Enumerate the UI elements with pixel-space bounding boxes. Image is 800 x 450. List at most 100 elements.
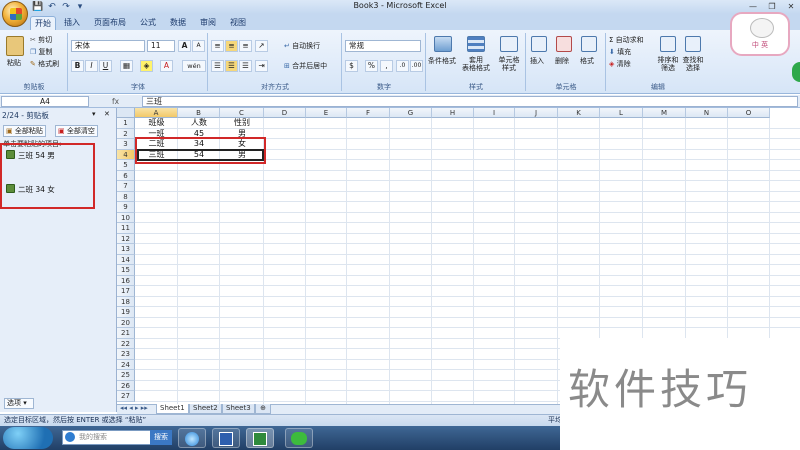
grow-font-button[interactable]: A [178, 40, 191, 52]
row-header[interactable]: 25 [117, 370, 135, 381]
cell[interactable]: 班级 [135, 118, 178, 128]
clear-all-button[interactable]: ▣ 全部清空 [55, 125, 98, 137]
row-header[interactable]: 15 [117, 265, 135, 276]
fill-button[interactable]: ⬇ 填充 [609, 47, 631, 57]
ie-taskbar-icon[interactable] [178, 428, 206, 448]
borders-icon[interactable]: ▦ [120, 60, 133, 72]
currency-button[interactable]: $ [345, 60, 358, 72]
font-color-icon[interactable]: A [160, 60, 173, 72]
row-header[interactable]: 1 [117, 118, 135, 129]
cut-button[interactable]: ✂ 剪切 [30, 35, 52, 45]
column-header[interactable]: I [474, 108, 515, 118]
column-header[interactable]: O [728, 108, 770, 118]
select-all-corner[interactable] [117, 108, 135, 118]
cell[interactable]: 人数 [178, 118, 220, 128]
options-button[interactable]: 选项 ▾ [4, 398, 34, 409]
row-header[interactable]: 14 [117, 254, 135, 265]
align-top-icon[interactable]: ≡ [211, 40, 224, 52]
indent-icon[interactable]: ⇥ [255, 60, 268, 72]
align-bottom-icon[interactable]: ≡ [239, 40, 252, 52]
row-header[interactable]: 4 [117, 149, 135, 160]
paste-icon[interactable] [6, 36, 24, 56]
row-header[interactable]: 27 [117, 391, 135, 402]
wechat-taskbar-icon[interactable] [285, 428, 313, 448]
row-header[interactable]: 3 [117, 139, 135, 150]
sheet-tab-2[interactable]: Sheet2 [189, 404, 222, 414]
row-header[interactable]: 26 [117, 380, 135, 391]
minimize-button[interactable]: — [744, 1, 762, 12]
tab-view[interactable]: 视图 [226, 16, 250, 30]
sheet-tab-1[interactable]: Sheet1 [156, 404, 189, 414]
excel-taskbar-icon[interactable] [246, 428, 274, 448]
font-family-select[interactable]: 宋体 [71, 40, 145, 52]
row-header[interactable]: 17 [117, 286, 135, 297]
row-header[interactable]: 10 [117, 212, 135, 223]
paste-all-button[interactable]: ▣ 全部粘贴 [3, 125, 46, 137]
column-header[interactable]: K [558, 108, 600, 118]
number-format-select[interactable]: 常规 [345, 40, 421, 52]
pane-menu-icon[interactable]: ▾ [92, 110, 96, 118]
tab-review[interactable]: 审阅 [196, 16, 220, 30]
italic-button[interactable]: I [85, 60, 98, 72]
column-header[interactable]: D [264, 108, 306, 118]
underline-button[interactable]: U [99, 60, 112, 72]
row-header[interactable]: 6 [117, 170, 135, 181]
row-header[interactable]: 22 [117, 338, 135, 349]
row-header[interactable]: 7 [117, 181, 135, 192]
row-header[interactable]: 19 [117, 307, 135, 318]
row-header[interactable]: 23 [117, 349, 135, 360]
column-header[interactable]: A [135, 108, 178, 118]
copy-button[interactable]: ❐ 复制 [30, 47, 53, 57]
tab-page-layout[interactable]: 页面布局 [90, 16, 130, 30]
pane-close-icon[interactable]: ✕ [104, 110, 110, 118]
format-as-table-icon[interactable] [467, 36, 485, 52]
formula-input[interactable]: 三班 [142, 96, 798, 107]
orientation-icon[interactable]: ↗ [255, 40, 268, 52]
close-button[interactable]: ✕ [782, 1, 800, 12]
insert-cells-icon[interactable] [531, 36, 547, 52]
row-header[interactable]: 18 [117, 296, 135, 307]
column-header[interactable]: G [390, 108, 432, 118]
sheet-tab-3[interactable]: Sheet3 [222, 404, 255, 414]
word-taskbar-icon[interactable] [212, 428, 240, 448]
merge-center-button[interactable]: ⊞ 合并后居中 [284, 61, 327, 71]
insert-sheet-icon[interactable]: ⊕ [255, 404, 271, 414]
align-middle-icon[interactable]: ≡ [225, 40, 238, 52]
format-painter-button[interactable]: ✎ 格式刷 [30, 59, 59, 69]
office-button[interactable] [2, 1, 28, 27]
increase-decimal-icon[interactable]: .0 [396, 60, 409, 72]
row-header[interactable]: 12 [117, 233, 135, 244]
row-header[interactable]: 5 [117, 160, 135, 171]
wrap-text-button[interactable]: ↵ 自动换行 [284, 41, 320, 51]
tab-home[interactable]: 开始 [30, 16, 56, 30]
row-header[interactable]: 8 [117, 191, 135, 202]
row-header[interactable]: 11 [117, 223, 135, 234]
column-header[interactable]: F [347, 108, 390, 118]
shrink-font-button[interactable]: A [192, 40, 205, 52]
row-header[interactable]: 24 [117, 359, 135, 370]
restore-button[interactable]: ❐ [763, 1, 781, 12]
cell[interactable]: 性别 [220, 118, 264, 128]
cell-styles-icon[interactable] [500, 36, 518, 52]
row-header[interactable]: 2 [117, 128, 135, 139]
percent-button[interactable]: % [365, 60, 378, 72]
clear-button[interactable]: ◈ 清除 [609, 59, 631, 69]
find-select-icon[interactable] [685, 36, 701, 52]
font-size-select[interactable]: 11 [147, 40, 175, 52]
conditional-format-icon[interactable] [434, 36, 452, 52]
column-header[interactable]: N [686, 108, 728, 118]
row-header[interactable]: 13 [117, 244, 135, 255]
insert-function-button[interactable]: fx [112, 96, 142, 107]
comma-button[interactable]: , [380, 60, 393, 72]
sort-filter-icon[interactable] [660, 36, 676, 52]
column-header[interactable]: M [643, 108, 686, 118]
format-cells-icon[interactable] [581, 36, 597, 52]
taskbar-search-button[interactable]: 搜索 [150, 430, 172, 445]
start-button[interactable] [3, 427, 53, 449]
column-header[interactable]: H [432, 108, 474, 118]
row-header[interactable]: 21 [117, 328, 135, 339]
name-box[interactable]: A4 [1, 96, 89, 107]
autosum-button[interactable]: Σ 自动求和 [609, 35, 644, 45]
row-header[interactable]: 20 [117, 317, 135, 328]
align-right-icon[interactable]: ☰ [239, 60, 252, 72]
